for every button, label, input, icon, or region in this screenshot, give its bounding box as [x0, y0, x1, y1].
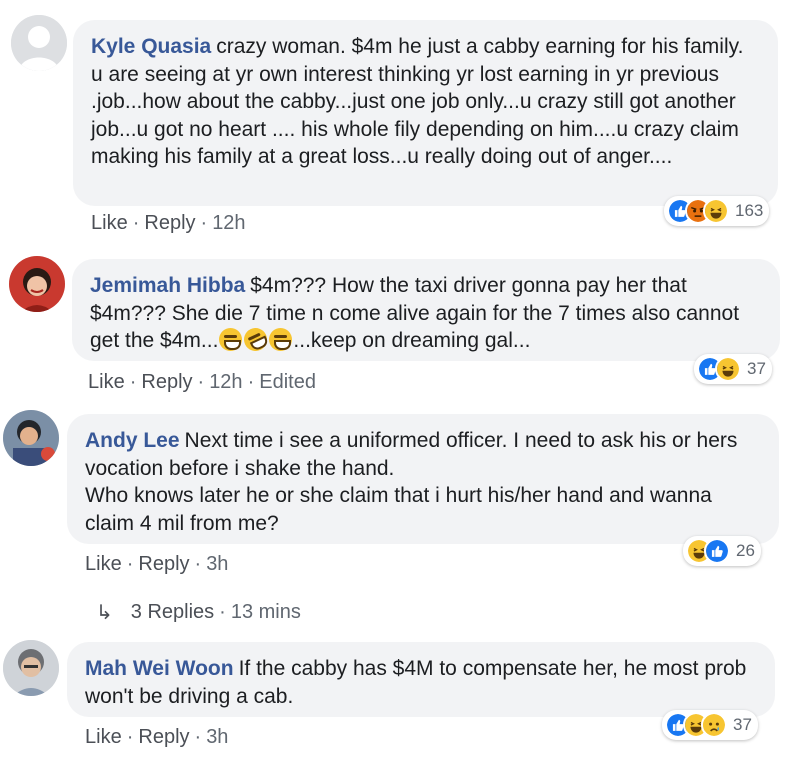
reaction-summary[interactable]: 37	[662, 710, 758, 740]
separator-dot: ·	[129, 371, 137, 393]
comment-bubble: Andy Lee Next time i see a uniformed offi…	[67, 414, 779, 544]
rofl-emoji	[240, 324, 272, 355]
comment-actions: Like · Reply · 12h	[91, 212, 246, 235]
separator-dot: ·	[194, 553, 202, 575]
separator-dot: ·	[197, 371, 205, 393]
avatar-photo[interactable]	[3, 640, 59, 696]
comment-timestamp[interactable]: 3h	[206, 726, 228, 748]
joy-emoji	[269, 328, 293, 351]
separator-dot: ·	[126, 726, 134, 748]
reaction-count: 37	[747, 359, 766, 378]
avatar-default[interactable]	[11, 15, 67, 71]
separator-dot: ·	[132, 212, 140, 234]
edited-label[interactable]: Edited	[259, 371, 316, 393]
like-link[interactable]: Like	[85, 553, 122, 575]
comment-actions: Like · Reply · 12h · Edited	[88, 371, 316, 394]
comment-timestamp[interactable]: 12h	[212, 212, 245, 234]
separator-dot: ·	[247, 371, 255, 393]
like-link[interactable]: Like	[91, 212, 128, 234]
comment-author[interactable]: Kyle Quasia	[91, 35, 211, 58]
haha-icon	[715, 356, 741, 382]
joy-emoji	[219, 328, 243, 351]
separator-dot: ·	[126, 553, 134, 575]
replies-count[interactable]: 3 Replies	[131, 601, 214, 624]
reply-link[interactable]: Reply	[144, 212, 195, 234]
like-icon	[704, 538, 730, 564]
avatar-photo[interactable]	[3, 410, 59, 466]
comment-actions: Like · Reply · 3h	[85, 726, 228, 749]
comment-timestamp[interactable]: 3h	[206, 553, 228, 575]
reply-arrow-icon: ↳	[96, 602, 113, 624]
view-replies[interactable]: ↳ 3 Replies · 13 mins	[96, 600, 301, 625]
comment-timestamp[interactable]: 12h	[209, 371, 242, 393]
haha-icon	[703, 198, 729, 224]
comment-text: Next time i see a uniformed officer. I n…	[85, 429, 738, 535]
comment-bubble: Kyle Quasia crazy woman. $4m he just a ca…	[73, 20, 778, 206]
comment-actions: Like · Reply · 3h	[85, 553, 228, 576]
profile-photo-icon	[3, 410, 59, 466]
comment-bubble: Mah Wei Woon If the cabby has $4M to comp…	[67, 642, 775, 717]
comment-author[interactable]: Mah Wei Woon	[85, 657, 234, 680]
reply-link[interactable]: Reply	[141, 371, 192, 393]
replies-time: 13 mins	[230, 601, 301, 623]
avatar-photo[interactable]	[9, 256, 65, 312]
reply-link[interactable]: Reply	[138, 726, 189, 748]
separator-dot: ·	[200, 212, 208, 234]
default-avatar-icon	[11, 15, 67, 71]
profile-photo-icon	[9, 256, 65, 312]
like-link[interactable]: Like	[85, 726, 122, 748]
profile-photo-icon	[3, 640, 59, 696]
comment-author[interactable]: Jemimah Hibba	[90, 274, 245, 297]
reply-link[interactable]: Reply	[138, 553, 189, 575]
like-link[interactable]: Like	[88, 371, 125, 393]
reaction-count: 163	[735, 201, 764, 220]
reaction-count: 37	[733, 715, 752, 734]
reaction-summary[interactable]: 26	[683, 536, 761, 566]
sad-icon	[701, 712, 727, 738]
comment-bubble: Jemimah Hibba $4m??? How the taxi driver …	[72, 259, 780, 361]
separator-dot: ·	[194, 726, 202, 748]
reaction-summary[interactable]: 163	[664, 196, 770, 226]
comment-text-tail: ...keep on dreaming gal...	[293, 329, 531, 352]
separator-dot: ·	[219, 601, 226, 623]
reaction-summary[interactable]: 37	[694, 354, 772, 384]
comment-author[interactable]: Andy Lee	[85, 429, 180, 452]
reaction-count: 26	[736, 541, 755, 560]
